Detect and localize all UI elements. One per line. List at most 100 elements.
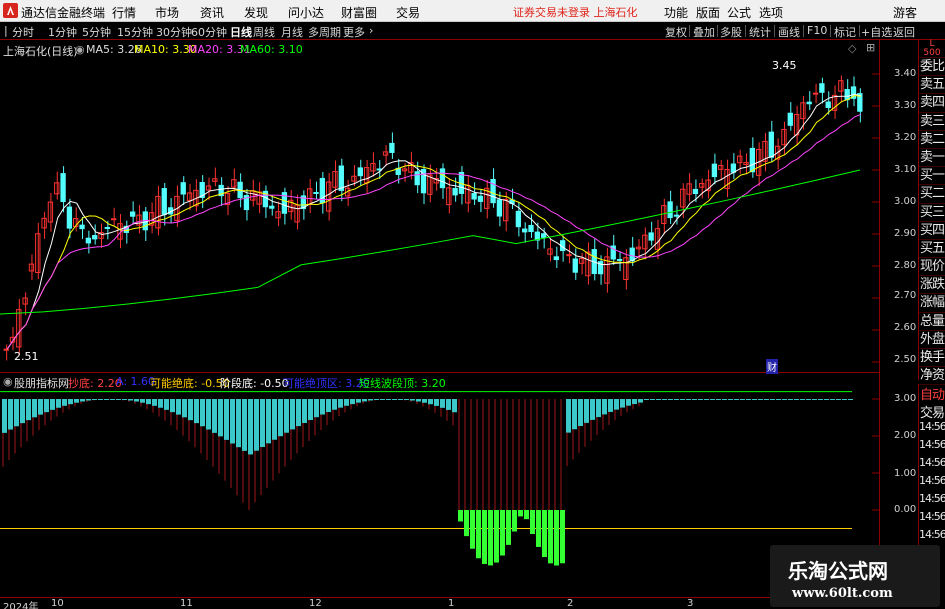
indicator-bar — [440, 399, 445, 408]
indicator-canvas[interactable] — [0, 373, 880, 597]
indicator-bar — [236, 399, 241, 448]
sidebar-item[interactable]: 净资 — [919, 367, 945, 386]
sidebar-item[interactable]: 买一 — [919, 167, 945, 186]
menu-discover[interactable]: 发现 — [244, 4, 268, 21]
sidebar-item[interactable]: 涨幅 — [919, 294, 945, 313]
period-weekly[interactable]: 周线 — [253, 24, 275, 40]
btn-back[interactable]: 返回 — [893, 24, 915, 40]
menu-market[interactable]: 行情 — [112, 4, 136, 21]
indicator-settings-icon[interactable]: ◉ — [3, 375, 13, 388]
period-intraday[interactable]: 分时 — [12, 24, 34, 40]
btn-draw[interactable]: 画线 — [778, 24, 800, 40]
sidebar-header[interactable]: L 500 — [919, 40, 945, 58]
btn-stats[interactable]: 统计 — [749, 24, 771, 40]
menu-wealth[interactable]: 财富圈 — [341, 4, 377, 21]
menu-markets[interactable]: 市场 — [155, 4, 179, 21]
period-multi[interactable]: 多周期 — [308, 24, 341, 40]
diamond-icon[interactable]: ◇ — [848, 42, 856, 55]
candle-body — [768, 131, 774, 158]
sidebar-item[interactable]: 买四 — [919, 222, 945, 240]
indicator-panel[interactable]: ◉ 股朋指标网 抄底: 2.20 A: 1.60 可能绝底: -0.50 阶段底… — [0, 373, 916, 597]
menu-function[interactable]: 功能 — [664, 4, 688, 21]
candle-body — [180, 182, 186, 195]
indicator-bar — [38, 399, 43, 415]
period-60min[interactable]: 60分钟 — [191, 24, 227, 40]
indicator-bar — [464, 510, 469, 537]
login-notice[interactable]: 证券交易未登录 上海石化 — [513, 4, 638, 20]
indicator-bar — [182, 399, 187, 418]
indicator-bar — [434, 399, 439, 406]
indicator-bar — [200, 399, 205, 427]
sidebar-item[interactable]: 委比 — [919, 58, 945, 77]
settings-dropdown-icon[interactable]: ◉ — [75, 43, 85, 56]
indicator-bar — [698, 399, 703, 400]
menu-layout[interactable]: 版面 — [696, 4, 720, 21]
chevron-right-icon[interactable]: › — [369, 24, 373, 37]
period-monthly[interactable]: 月线 — [281, 24, 303, 40]
sidebar-item[interactable]: 涨跌 — [919, 276, 945, 295]
indicator-bar — [644, 399, 649, 400]
candle-body — [313, 191, 319, 194]
btn-f10[interactable]: F10 — [807, 24, 827, 37]
indicator-bar — [122, 399, 127, 400]
menu-trade[interactable]: 交易 — [396, 4, 420, 21]
period-1min[interactable]: 1分钟 — [48, 24, 77, 40]
indicator-bar — [2, 399, 7, 433]
indicator-bar — [80, 399, 85, 402]
zoom-icon[interactable]: ⊞ — [866, 41, 875, 54]
candle-body — [370, 162, 376, 172]
indicator-bar — [62, 399, 67, 406]
menu-news[interactable]: 资讯 — [200, 4, 224, 21]
auto-trade-label[interactable]: 自动 — [919, 384, 945, 402]
stock-title[interactable]: 上海石化(日线) — [3, 43, 78, 59]
sidebar-item[interactable]: 总量 — [919, 313, 945, 331]
period-5min[interactable]: 5分钟 — [82, 24, 111, 40]
period-back-icon[interactable]: | — [4, 24, 8, 37]
indicator-bar — [212, 399, 217, 433]
sidebar-item[interactable]: 买二 — [919, 185, 945, 204]
candle-body — [357, 167, 363, 177]
menu-ask[interactable]: 问小达 — [288, 4, 324, 21]
indicator-bar — [110, 399, 115, 400]
candle-body — [376, 168, 382, 171]
indicator-bar — [332, 399, 337, 410]
candle-body — [389, 142, 395, 153]
sidebar-item[interactable]: 卖三 — [919, 113, 945, 131]
sidebar-item[interactable]: 买五 — [919, 240, 945, 259]
indicator-bar — [44, 399, 49, 413]
finance-event-marker[interactable]: 财 — [766, 359, 778, 374]
btn-overlay[interactable]: 叠加 — [693, 24, 715, 40]
indicator-tick: 2.00 — [894, 430, 917, 441]
main-price-chart[interactable]: 上海石化(日线) ◉ MA5: 3.26 MA10: 3.30 MA20: 3.… — [0, 40, 916, 374]
menu-formula[interactable]: 公式 — [727, 4, 751, 21]
price-tick: 2.60 — [894, 322, 917, 333]
candle-body — [79, 224, 85, 230]
trade-label[interactable]: 交易 — [919, 402, 945, 420]
sidebar-item[interactable]: 卖二 — [919, 131, 945, 149]
sidebar-item[interactable]: 卖一 — [919, 149, 945, 168]
candle-body — [414, 171, 420, 186]
period-daily[interactable]: 日线 — [230, 24, 252, 40]
btn-add-watchlist[interactable]: +自选 — [861, 24, 892, 40]
menu-options[interactable]: 选项 — [759, 4, 783, 21]
indicator-bar — [470, 510, 475, 549]
indicator-name[interactable]: 股朋指标网 — [14, 375, 69, 391]
sidebar-item[interactable]: 换手 — [919, 349, 945, 368]
indicator-bar — [794, 399, 799, 400]
sidebar-item[interactable]: 卖四 — [919, 94, 945, 113]
indicator-bar — [650, 399, 655, 400]
price-chart-canvas[interactable] — [0, 40, 880, 373]
period-15min[interactable]: 15分钟 — [117, 24, 153, 40]
btn-adjust[interactable]: 复权 — [665, 24, 687, 40]
period-more[interactable]: 更多 — [343, 24, 365, 40]
sidebar-item[interactable]: 卖五 — [919, 76, 945, 95]
user-guest[interactable]: 游客 — [893, 4, 917, 21]
sidebar-item[interactable]: 现价 — [919, 258, 945, 277]
period-30min[interactable]: 30分钟 — [156, 24, 192, 40]
btn-mark[interactable]: 标记 — [834, 24, 856, 40]
indicator-bar — [638, 399, 643, 403]
indicator-bar — [344, 399, 349, 406]
btn-multi-stock[interactable]: 多股 — [720, 24, 742, 40]
sidebar-item[interactable]: 买三 — [919, 204, 945, 222]
sidebar-item[interactable]: 外盘 — [919, 331, 945, 349]
